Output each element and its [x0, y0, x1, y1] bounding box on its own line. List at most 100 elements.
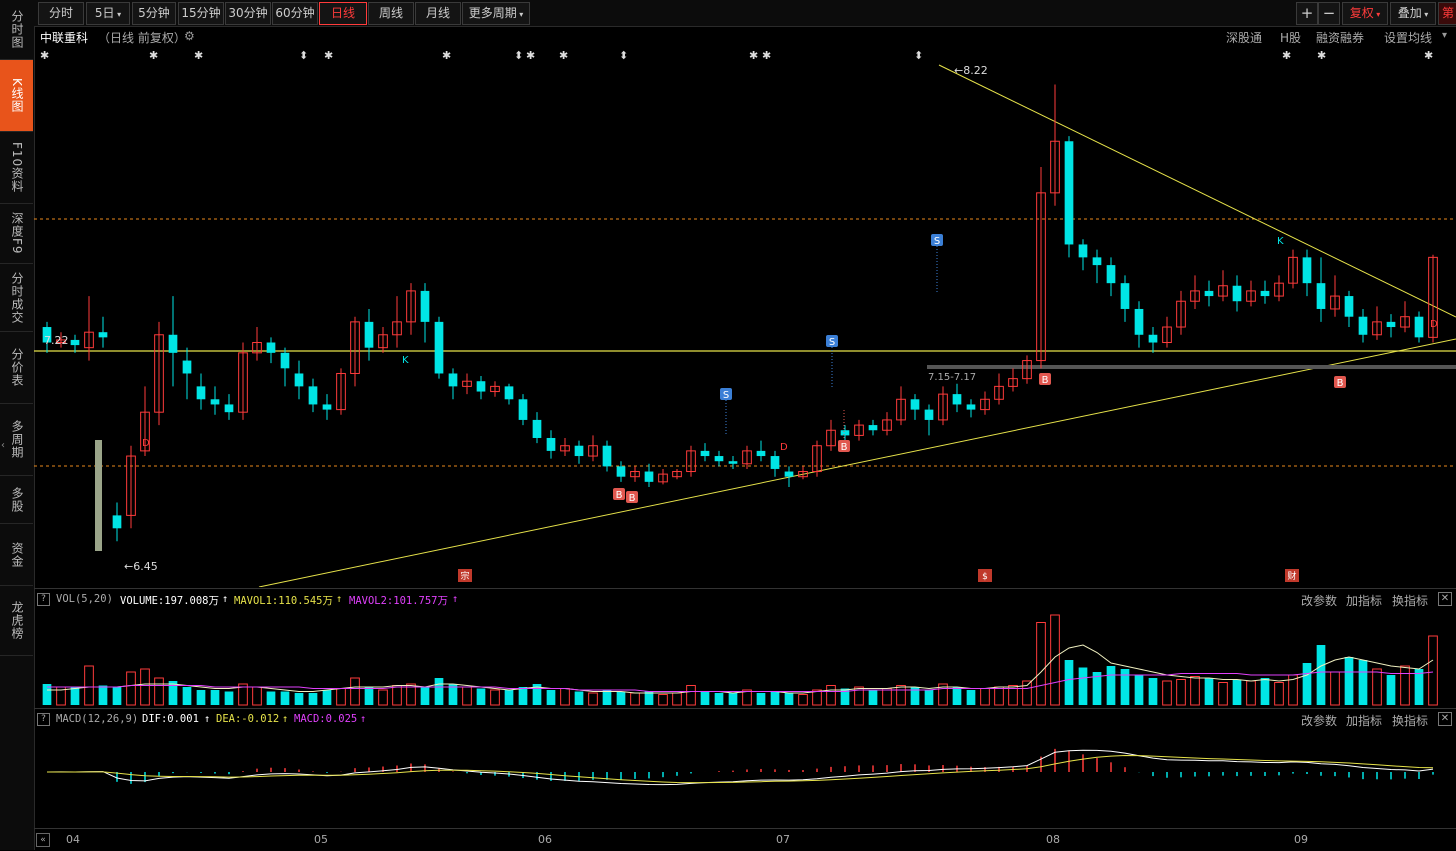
tab-5day[interactable]: 5日 ▾: [86, 2, 130, 25]
leftnav-item[interactable]: 分时成交: [0, 264, 33, 332]
tab-weekly[interactable]: 周线: [368, 2, 414, 25]
volume-bar: [1372, 668, 1382, 706]
volume-bar: [644, 691, 654, 705]
zoom-out-button[interactable]: −: [1318, 2, 1340, 25]
tab-15min[interactable]: 15分钟: [178, 2, 224, 25]
volume-bar: [588, 692, 598, 706]
scroll-left-icon[interactable]: «: [36, 833, 50, 847]
volume-bar: [1036, 622, 1046, 706]
volume-bar: [1176, 679, 1186, 706]
zoom-in-button[interactable]: +: [1296, 2, 1318, 25]
event-badge-label: 宗: [460, 570, 469, 582]
close-icon[interactable]: ✕: [1438, 712, 1452, 726]
volume-bar: [798, 694, 808, 706]
overlay-dropdown[interactable]: 叠加 ▾: [1390, 2, 1436, 25]
leftnav-item[interactable]: 资金: [0, 524, 33, 586]
macd-label: MACD(12,26,9): [56, 713, 139, 725]
event-star: ⬍: [514, 49, 523, 62]
signal-badge-label: S: [934, 236, 940, 247]
candle-body: [924, 409, 934, 420]
help-icon[interactable]: ?: [37, 593, 50, 606]
vol-edit-params[interactable]: 改参数: [1301, 592, 1337, 609]
candle-body: [448, 373, 458, 387]
volume-chart[interactable]: [34, 608, 1456, 706]
gear-icon[interactable]: ⚙: [184, 29, 195, 43]
kline-chart[interactable]: ✱ ✱ ✱ ⬍ ✱ ✱ ⬍ ✱ ✱ ⬍ ✱ ✱ ⬍ ✱ ✱ ✱ ←8.22 ←6.45 7.22 7.15-7.17 S…: [34, 47, 1456, 587]
tab-30min[interactable]: 30分钟: [225, 2, 271, 25]
collapse-arrow-icon[interactable]: ‹: [1, 440, 5, 451]
leftnav-item[interactable]: 分时图: [0, 0, 33, 60]
candle-body: [1344, 296, 1354, 317]
volume-bar: [1064, 660, 1074, 705]
candle-body: [784, 471, 794, 477]
chevron-down-icon: ▾: [1373, 10, 1381, 19]
leftnav-item[interactable]: 深度F9: [0, 204, 33, 264]
leftnav-item[interactable]: 分价表: [0, 332, 33, 404]
volume-bar: [434, 678, 444, 705]
tab-60min[interactable]: 60分钟: [272, 2, 318, 25]
volume-bar: [196, 690, 206, 705]
cut-button[interactable]: 第: [1438, 2, 1456, 25]
date-axis: « 04 05 06 07 08 09: [34, 828, 1456, 851]
event-star: ⬍: [299, 49, 308, 62]
candle-body: [1386, 321, 1396, 328]
close-icon[interactable]: ✕: [1438, 592, 1452, 606]
vol-volume: VOLUME:197.008万: [120, 595, 220, 607]
volume-bar: [1330, 671, 1340, 706]
volume-bar: [882, 688, 892, 706]
event-star: ✱: [762, 49, 771, 62]
event-star: ✱: [442, 49, 451, 62]
signal-badge-label: S: [723, 390, 729, 401]
candle-body: [840, 430, 850, 436]
volume-bar: [280, 691, 290, 705]
candle-body: [728, 461, 738, 464]
link-margin[interactable]: 融资融券: [1316, 29, 1364, 46]
link-sgt[interactable]: 深股通: [1226, 29, 1262, 46]
volume-bar: [952, 687, 962, 705]
leftnav-item[interactable]: F10资料: [0, 132, 33, 204]
tab-5min[interactable]: 5分钟: [132, 2, 176, 25]
tab-more-label: 更多周期: [468, 6, 517, 20]
volume-bar: [322, 690, 332, 705]
macd-change-indicator[interactable]: 换指标: [1392, 712, 1428, 729]
volume-bar: [924, 690, 934, 705]
mavol2-line: [47, 671, 1434, 692]
vol-add-indicator[interactable]: 加指标: [1346, 592, 1382, 609]
tab-fenshi[interactable]: 分时: [38, 2, 84, 25]
volume-bar: [1120, 669, 1130, 705]
vol-change-indicator[interactable]: 换指标: [1392, 592, 1428, 609]
macd-edit-params[interactable]: 改参数: [1301, 712, 1337, 729]
leftnav-item[interactable]: 龙虎榜: [0, 586, 33, 656]
help-icon[interactable]: ?: [37, 713, 50, 726]
link-hshare[interactable]: H股: [1280, 29, 1301, 46]
link-ma-settings[interactable]: 设置均线: [1384, 29, 1432, 46]
price-label: 7.22: [44, 334, 69, 347]
arrow-up-icon: ↑: [452, 593, 459, 605]
chart-mode: （日线 前复权）: [98, 31, 186, 45]
tab-more-periods[interactable]: 更多周期 ▾: [462, 2, 530, 25]
stock-name: 中联重科: [40, 31, 89, 45]
tab-5day-label: 5日: [94, 6, 115, 20]
kline-svg[interactable]: ✱ ✱ ✱ ⬍ ✱ ✱ ⬍ ✱ ✱ ⬍ ✱ ✱ ⬍ ✱ ✱ ✱←8.22←6.457.227.15-7.17S…: [34, 47, 1456, 587]
arrow-up-icon: ↑: [204, 713, 211, 725]
kd-marker: D: [142, 438, 150, 449]
candle-body: [1316, 283, 1326, 309]
tab-monthly[interactable]: 月线: [415, 2, 461, 25]
macd-chart[interactable]: [34, 728, 1456, 828]
leftnav-item[interactable]: K线图: [0, 60, 33, 132]
low-label: ←6.45: [124, 560, 158, 573]
signal-badge-label: B: [1337, 378, 1344, 389]
volume-bar: [826, 685, 836, 706]
x-label: 08: [1046, 833, 1060, 846]
volume-bar: [294, 693, 304, 705]
candle-body: [266, 342, 276, 353]
fuquan-dropdown[interactable]: 复权 ▾: [1342, 2, 1388, 25]
left-nav: 分时图 K线图 F10资料 深度F9 分时成交 分价表 多周期 多股 资金 龙虎榜: [0, 0, 35, 850]
vol-header: ? VOL(5,20) VOLUME:197.008万 ↑ MAVOL1:110…: [34, 588, 1456, 609]
volume-bar: [1190, 676, 1200, 706]
tab-daily[interactable]: 日线: [319, 2, 367, 25]
volume-bar: [672, 692, 682, 706]
leftnav-item[interactable]: 多股: [0, 476, 33, 524]
candle-body: [616, 466, 626, 477]
macd-add-indicator[interactable]: 加指标: [1346, 712, 1382, 729]
